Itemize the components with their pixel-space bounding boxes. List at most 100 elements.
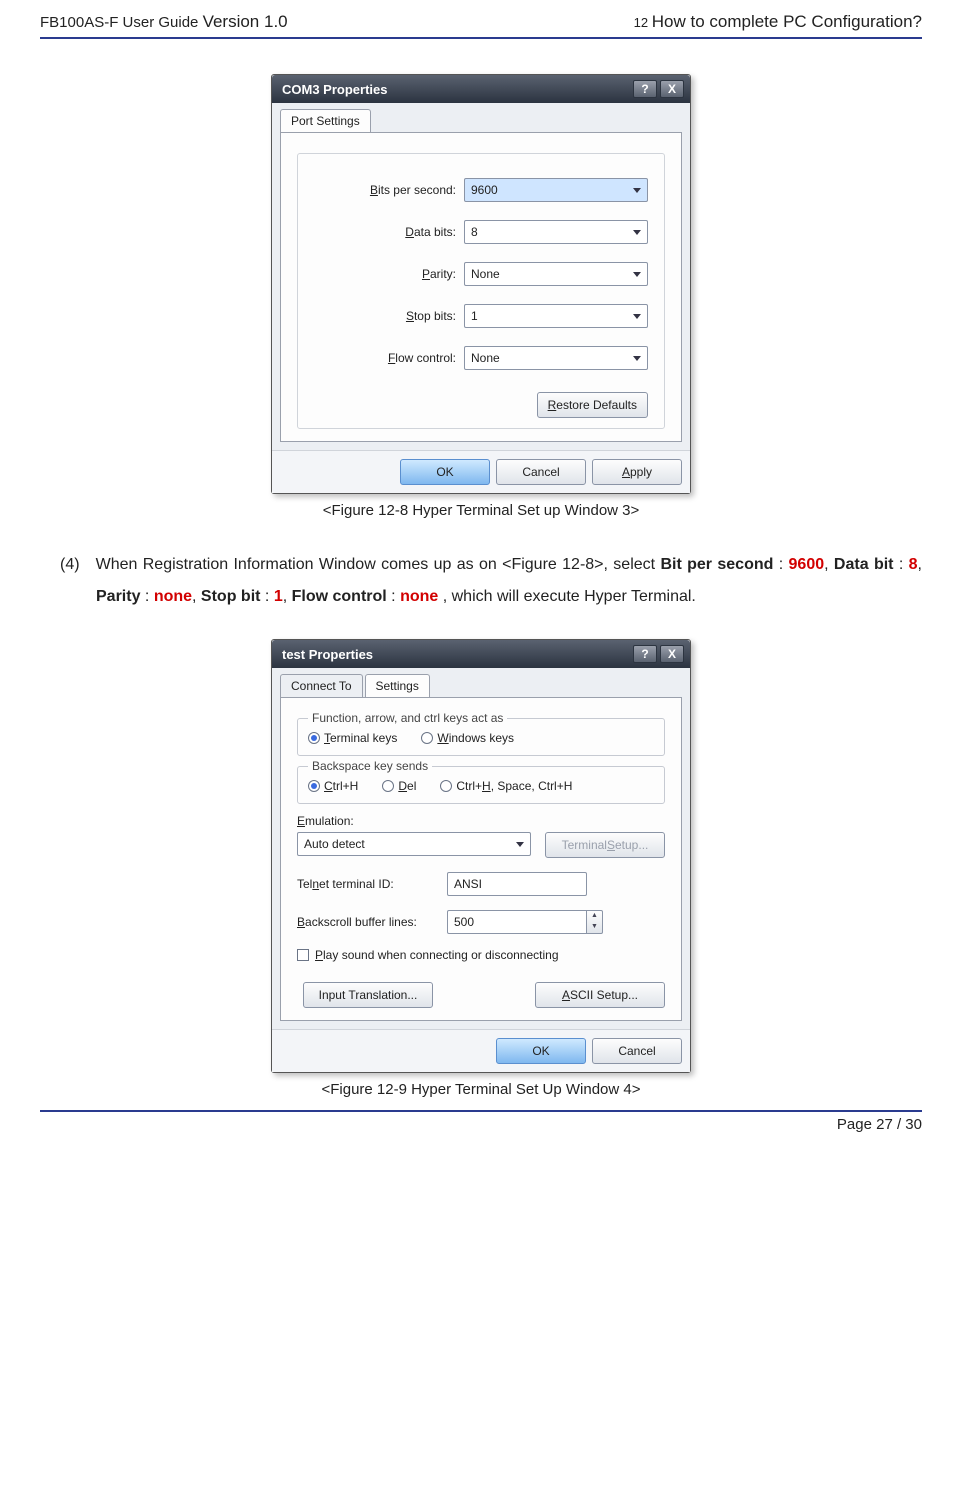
header-left-prefix: FB100AS-F User Guide <box>40 14 203 31</box>
opt-ctrlh[interactable]: Ctrl+HCtrl+H <box>308 779 358 793</box>
restore-defaults-button[interactable]: Restore DefaultsRestore Defaults <box>537 392 648 418</box>
header-rule <box>40 37 922 39</box>
dialog2-pane: Function, arrow, and ctrl keys act as Te… <box>280 697 682 1021</box>
play-sound-checkbox[interactable]: Play sound when connecting or disconnect… <box>297 948 665 962</box>
cancel-button[interactable]: Cancel <box>496 459 586 485</box>
para-sb-lbl: Stop bit <box>201 588 261 605</box>
radio-icon <box>421 732 433 744</box>
radio-icon <box>382 780 394 792</box>
stopbits-value: 1 <box>471 309 478 323</box>
function-keys-fieldset: Function, arrow, and ctrl keys act as Te… <box>297 718 665 756</box>
radio-icon <box>308 780 320 792</box>
parity-label: Parity:Parity: <box>314 267 464 281</box>
chevron-down-icon <box>633 356 641 361</box>
bps-label: BBits per second:its per second: <box>314 183 464 197</box>
dialog1-tabs: Port Settings <box>272 103 690 132</box>
body-paragraph-4: (4) When Registration Information Window… <box>40 549 922 613</box>
ok-button[interactable]: OK <box>400 459 490 485</box>
chevron-down-icon: ▼ <box>587 922 602 933</box>
databits-combo[interactable]: 8 <box>464 220 648 244</box>
databits-value: 8 <box>471 225 478 239</box>
backspace-fieldset: Backspace key sends Ctrl+HCtrl+H DelDel … <box>297 766 665 804</box>
header-right-title: How to complete PC Configuration? <box>652 12 922 31</box>
test-properties-dialog: test Properties ? X Connect To Settings … <box>271 639 691 1073</box>
help-button[interactable]: ? <box>633 80 657 98</box>
page-header: FB100AS-F User Guide Version 1.0 12 How … <box>40 12 922 35</box>
backspace-legend: Backspace key sends <box>308 759 432 773</box>
para-num: (4) <box>60 556 80 573</box>
flow-label: Flow control:Flow control: <box>314 351 464 365</box>
dialog1-titlebar[interactable]: COM3 Properties ? X <box>272 75 690 103</box>
dialog2-button-row: OK Cancel <box>272 1029 690 1072</box>
figure-12-8-caption: <Figure 12-8 Hyper Terminal Set up Windo… <box>40 502 922 519</box>
telnet-value: ANSI <box>454 877 482 891</box>
radio-icon <box>440 780 452 792</box>
header-right-num: 12 <box>634 15 652 30</box>
backscroll-input[interactable]: 500 <box>447 910 587 934</box>
opt-windows-keys[interactable]: Windows keysWindows keys <box>421 731 514 745</box>
flow-combo[interactable]: None <box>464 346 648 370</box>
com3-properties-dialog: COM3 Properties ? X Port Settings BBits … <box>271 74 691 494</box>
terminal-setup-button: Terminal Setup...Terminal Setup... <box>545 832 665 858</box>
chevron-down-icon <box>633 314 641 319</box>
dialog1-title: COM3 Properties <box>282 82 630 97</box>
para-sb-val: 1 <box>274 588 283 605</box>
function-keys-legend: Function, arrow, and ctrl keys act as <box>308 711 507 725</box>
para-par-val: none <box>154 588 192 605</box>
para-db-val: 8 <box>909 556 918 573</box>
header-left-version: Version 1.0 <box>203 12 288 31</box>
para-db-lbl: Data bit <box>834 556 894 573</box>
bps-value: 9600 <box>471 183 498 197</box>
para-bps-val: 9600 <box>789 556 825 573</box>
stopbits-combo[interactable]: 1 <box>464 304 648 328</box>
chevron-down-icon <box>633 230 641 235</box>
chevron-down-icon <box>633 188 641 193</box>
para-bps-lbl: Bit per second <box>660 556 773 573</box>
figure-12-9-caption: <Figure 12-9 Hyper Terminal Set Up Windo… <box>40 1081 922 1098</box>
ok-button[interactable]: OK <box>496 1038 586 1064</box>
chevron-down-icon <box>633 272 641 277</box>
close-button[interactable]: X <box>660 80 684 98</box>
opt-terminal-keys[interactable]: Terminal keysTerminal keys <box>308 731 397 745</box>
radio-icon <box>308 732 320 744</box>
chevron-down-icon <box>516 842 524 847</box>
input-translation-button[interactable]: Input Translation...Input Translation... <box>303 982 433 1008</box>
checkbox-icon <box>297 949 309 961</box>
bps-combo[interactable]: 9600 <box>464 178 648 202</box>
backscroll-label: Backscroll buffer lines:Backscroll buffe… <box>297 915 447 929</box>
flow-value: None <box>471 351 500 365</box>
parity-combo[interactable]: None <box>464 262 648 286</box>
tab-connect-to[interactable]: Connect To <box>280 674 363 697</box>
para-fc-lbl: Flow control <box>292 588 387 605</box>
dialog1-pane: BBits per second:its per second: 9600 Da… <box>280 132 682 442</box>
dialog2-title: test Properties <box>282 647 630 662</box>
help-button[interactable]: ? <box>633 645 657 663</box>
opt-ctrlh-space[interactable]: Ctrl+H, Space, Ctrl+HCtrl+H, Space, Ctrl… <box>440 779 572 793</box>
chevron-up-icon: ▲ <box>587 911 602 922</box>
telnet-label: Telnet terminal ID:Telnet terminal ID: <box>297 877 447 891</box>
para-t1: When Registration Information Window com… <box>96 556 661 573</box>
telnet-input[interactable]: ANSI <box>447 872 587 896</box>
dialog1-button-row: OK Cancel ApplyApply <box>272 450 690 493</box>
emulation-label: Emulation:Emulation: <box>297 814 354 828</box>
dialog2-tabs: Connect To Settings <box>272 668 690 697</box>
para-fc-val: none <box>400 588 438 605</box>
backscroll-value: 500 <box>454 915 474 929</box>
stopbits-label: Stop bits:Stop bits: <box>314 309 464 323</box>
cancel-button[interactable]: Cancel <box>592 1038 682 1064</box>
emulation-combo[interactable]: Auto detect <box>297 832 531 856</box>
para-tail: , which will execute Hyper Terminal. <box>443 588 696 605</box>
spinner[interactable]: ▲▼ <box>587 910 603 934</box>
para-par-lbl: Parity <box>96 588 140 605</box>
apply-button[interactable]: ApplyApply <box>592 459 682 485</box>
header-right: 12 How to complete PC Configuration? <box>634 12 922 32</box>
header-left: FB100AS-F User Guide Version 1.0 <box>40 12 288 32</box>
dialog2-titlebar[interactable]: test Properties ? X <box>272 640 690 668</box>
close-button[interactable]: X <box>660 645 684 663</box>
page-footer: Page 27 / 30 <box>40 1112 922 1133</box>
tab-settings[interactable]: Settings <box>365 674 430 697</box>
tab-port-settings[interactable]: Port Settings <box>280 109 371 132</box>
opt-del[interactable]: DelDel <box>382 779 416 793</box>
ascii-setup-button[interactable]: ASCII Setup...ASCII Setup... <box>535 982 665 1008</box>
databits-label: Data bits:Data bits: <box>314 225 464 239</box>
